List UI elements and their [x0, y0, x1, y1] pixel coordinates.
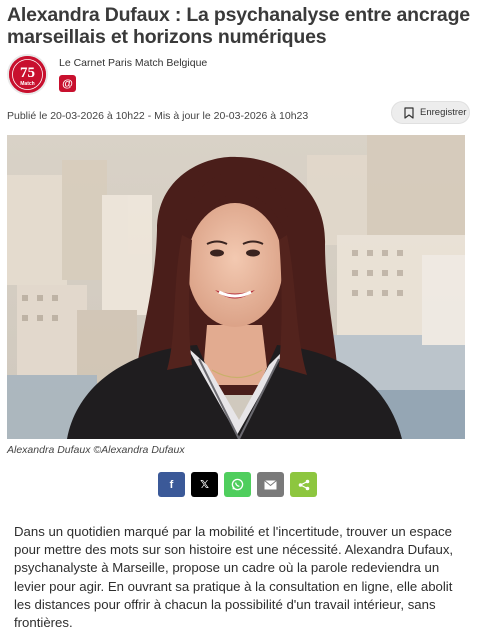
share-more-button[interactable] [290, 472, 317, 497]
share-x-button[interactable]: 𝕏 [191, 472, 218, 497]
share-bar: f 𝕏 [158, 472, 317, 497]
publish-date: Publié le 20-03-2026 à 10h22 - Mis à jou… [7, 110, 309, 122]
x-icon: 𝕏 [200, 479, 209, 491]
facebook-icon: f [169, 478, 174, 491]
author-contact-icon[interactable]: @ [59, 75, 76, 92]
photo-caption: Alexandra Dufaux ©Alexandra Dufaux [7, 444, 185, 456]
author-block: 75 Match Le Carnet Paris Match Belgique … [7, 54, 473, 96]
article-title: Alexandra Dufaux : La psychanalyse entre… [7, 4, 470, 48]
share-whatsapp-button[interactable] [224, 472, 251, 497]
share-email-button[interactable] [257, 472, 284, 497]
article-intro: Dans un quotidien marqué par la mobilité… [14, 524, 454, 631]
share-icon [298, 479, 309, 490]
share-facebook-button[interactable]: f [158, 472, 185, 497]
article-photo[interactable] [7, 135, 465, 439]
svg-text:Match: Match [20, 81, 34, 87]
author-name[interactable]: Le Carnet Paris Match Belgique [59, 57, 207, 69]
article-meta: Publié le 20-03-2026 à 10h22 - Mis à jou… [7, 101, 473, 125]
bookmark-icon [404, 106, 414, 119]
save-button-label: Enregistrer [420, 107, 467, 118]
svg-text:75: 75 [20, 65, 35, 81]
whatsapp-icon [231, 478, 244, 491]
portrait-image [7, 135, 465, 439]
paris-match-75-logo-icon: 75 Match [9, 56, 46, 93]
author-avatar[interactable]: 75 Match [7, 54, 48, 95]
save-button[interactable]: Enregistrer [391, 101, 470, 124]
mail-icon [264, 479, 277, 489]
